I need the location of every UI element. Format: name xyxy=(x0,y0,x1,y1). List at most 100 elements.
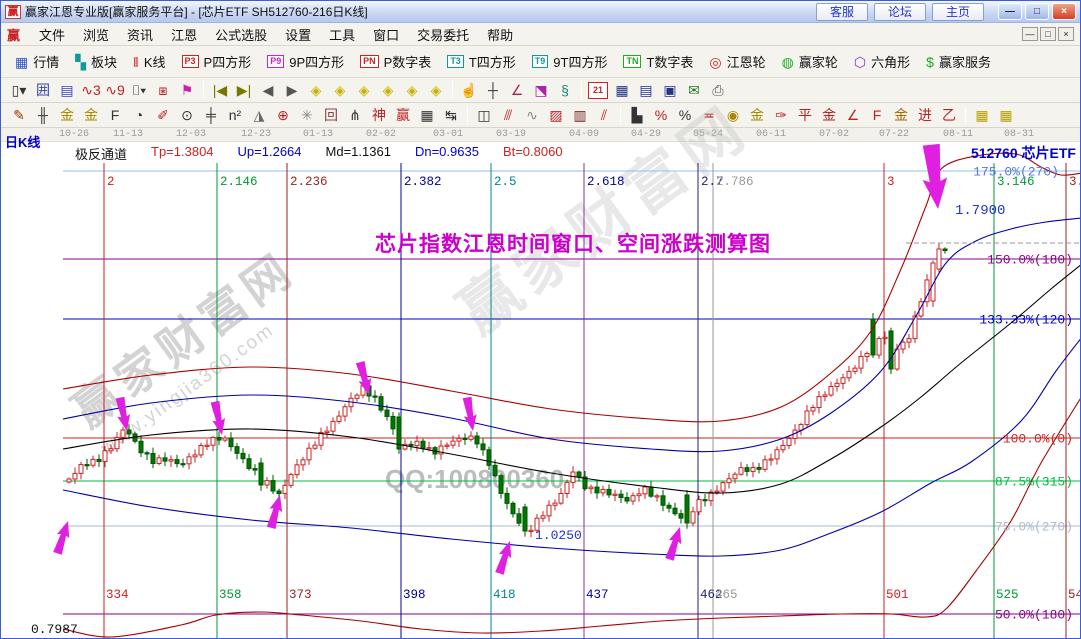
wave-9-icon[interactable]: ∿9 xyxy=(103,80,127,101)
calendar-icon[interactable]: 21 xyxy=(588,82,608,99)
restore-button[interactable]: □ xyxy=(1025,3,1049,20)
gann-wheel-small-icon[interactable]: ✳ xyxy=(295,105,319,126)
gold-angle-icon[interactable]: 金 xyxy=(817,105,841,126)
frame-tool-icon[interactable]: ◫ xyxy=(472,105,496,126)
winner-wheel-button[interactable]: ◍赢家轮 xyxy=(774,49,846,74)
span-arrows-icon[interactable]: ↹ xyxy=(439,105,463,126)
square-target-icon[interactable]: 回 xyxy=(319,105,343,126)
percent-level-icon[interactable]: ≖ xyxy=(697,105,721,126)
drag-hand-icon[interactable]: ☝ xyxy=(457,80,481,101)
notes-icon[interactable]: ▤ xyxy=(634,80,658,101)
gann-diamond-left-icon[interactable]: ◈ xyxy=(304,80,328,101)
info-note-icon[interactable]: ▤ xyxy=(55,80,79,101)
ying-grid-icon[interactable]: 赢 xyxy=(391,105,415,126)
region-tool-icon[interactable]: ⬔ xyxy=(529,80,553,101)
gann-wheel-button[interactable]: ◎江恩轮 xyxy=(701,49,773,74)
wave-3-icon[interactable]: ∿3 xyxy=(79,80,103,101)
percent-icon[interactable]: % xyxy=(673,105,697,126)
gann-diamond-all-icon[interactable]: ◈ xyxy=(424,80,448,101)
menu-item-浏览[interactable]: 浏览 xyxy=(74,23,118,46)
compass-icon[interactable]: ⊕ xyxy=(271,105,295,126)
mdi-minimize-button[interactable]: — xyxy=(1022,27,1038,41)
ruler-grid-icon[interactable]: ▦ xyxy=(415,105,439,126)
close-button[interactable]: × xyxy=(1052,3,1076,20)
speed-angle-icon[interactable]: 乙 xyxy=(937,105,961,126)
page-prev-icon[interactable]: ◀ xyxy=(256,80,280,101)
menu-item-设置[interactable]: 设置 xyxy=(276,23,320,46)
mdi-close-button[interactable]: × xyxy=(1058,27,1074,41)
grid-dark-icon[interactable]: ▥ xyxy=(568,105,592,126)
n-square-icon[interactable]: n² xyxy=(223,105,247,126)
p-square-button[interactable]: P3P四方形 xyxy=(174,49,260,74)
gold-circle-icon[interactable]: ◉ xyxy=(721,105,745,126)
angle-measure-icon[interactable]: ∠ xyxy=(505,80,529,101)
page-next-icon[interactable]: ▶ xyxy=(280,80,304,101)
menu-item-工具[interactable]: 工具 xyxy=(320,23,364,46)
winner-service-button[interactable]: $赢家服务 xyxy=(918,49,999,74)
candle-style-dropdown-icon[interactable]: ▯▾ xyxy=(7,80,31,101)
menu-item-窗口[interactable]: 窗口 xyxy=(364,23,408,46)
percent-line-icon[interactable]: % xyxy=(649,105,673,126)
fib-angle-icon[interactable]: F xyxy=(865,105,889,126)
brush-icon[interactable]: ✐ xyxy=(151,105,175,126)
calculator-icon[interactable]: ▦ xyxy=(610,80,634,101)
quote-button[interactable]: ▦行情 xyxy=(7,49,67,74)
gann-diamond-x-icon[interactable]: ◈ xyxy=(376,80,400,101)
gann-grid-icon[interactable]: ╫ xyxy=(31,105,55,126)
menu-item-资讯[interactable]: 资讯 xyxy=(118,23,162,46)
circle-ruler-icon[interactable]: ⊙ xyxy=(175,105,199,126)
candle-tool-dropdown-icon[interactable]: ⌷▾ xyxy=(127,80,151,101)
titlebar-link-0[interactable]: 客服 xyxy=(816,3,868,21)
crosshair-icon[interactable]: ┼ xyxy=(481,80,505,101)
menu-item-公式选股[interactable]: 公式选股 xyxy=(206,23,276,46)
zigzag-icon[interactable]: ∿ xyxy=(520,105,544,126)
shen-grid-icon[interactable]: 神 xyxy=(367,105,391,126)
minimize-button[interactable]: — xyxy=(998,3,1022,20)
draw-pencil-icon[interactable]: ✎ xyxy=(7,105,31,126)
mirror-angle-icon[interactable]: ◮ xyxy=(247,105,271,126)
gann-diamond-right-icon[interactable]: ◈ xyxy=(328,80,352,101)
menu-item-帮助[interactable]: 帮助 xyxy=(478,23,522,46)
p-number-table-button[interactable]: PNP数字表 xyxy=(352,49,439,74)
mail-globe-icon[interactable]: ✉ xyxy=(682,80,706,101)
pivot-angle-icon[interactable]: 平 xyxy=(793,105,817,126)
sector-button[interactable]: ▚板块 xyxy=(67,49,125,74)
jump-last-icon[interactable]: ▶| xyxy=(232,80,256,101)
gann-diamond-star-icon[interactable]: ◈ xyxy=(400,80,424,101)
jump-first-icon[interactable]: |◀ xyxy=(208,80,232,101)
gold-fan-icon[interactable]: 金 xyxy=(889,105,913,126)
kline-button[interactable]: ǁK线 xyxy=(125,49,173,74)
titlebar-link-2[interactable]: 主页 xyxy=(932,3,984,21)
hexagon-button[interactable]: ⬡六角形 xyxy=(846,49,918,74)
save-icon[interactable]: ▣ xyxy=(658,80,682,101)
mdi-restore-button[interactable]: □ xyxy=(1040,27,1056,41)
grid-red-icon[interactable]: ▨ xyxy=(544,105,568,126)
titlebar-link-1[interactable]: 论坛 xyxy=(874,3,926,21)
time-grid-icon[interactable]: ╪ xyxy=(199,105,223,126)
kline-marker-icon[interactable]: ⋔ xyxy=(343,105,367,126)
grid-yellow-b-icon[interactable]: ▦ xyxy=(994,105,1018,126)
advance-angle-icon[interactable]: 进 xyxy=(913,105,937,126)
price-scale-icon[interactable]: ▙ xyxy=(625,105,649,126)
menu-item-江恩[interactable]: 江恩 xyxy=(162,23,206,46)
gold-level-icon[interactable]: 金 xyxy=(745,105,769,126)
gold-grid-b-icon[interactable]: 金 xyxy=(79,105,103,126)
parallel-lines-icon[interactable]: ⫽ xyxy=(592,105,616,126)
gann-diamond-h-icon[interactable]: ◈ xyxy=(352,80,376,101)
menu-item-文件[interactable]: 文件 xyxy=(30,23,74,46)
trend-flag-icon[interactable]: ⚑ xyxy=(175,80,199,101)
marker-brush-icon[interactable]: ✑ xyxy=(769,105,793,126)
rise-angle-icon[interactable]: ∠ xyxy=(841,105,865,126)
grid-yellow-a-icon[interactable]: ▦ xyxy=(970,105,994,126)
t-square-button[interactable]: T3T四方形 xyxy=(439,49,523,74)
pattern-marker-icon[interactable]: ⧆ xyxy=(151,80,175,101)
spiral-icon[interactable]: ◔ xyxy=(127,105,151,126)
chart-area[interactable]: 赢家财富网 www.yingjia360.com 赢家财富网 QQ:100800… xyxy=(1,142,1081,639)
chart-canvas[interactable]: 23342.1463582.2363732.3823982.54182.6184… xyxy=(1,142,1081,639)
fib-grid-icon[interactable]: F xyxy=(103,105,127,126)
p9-square-button[interactable]: P99P四方形 xyxy=(259,49,352,74)
t9-square-button[interactable]: T99T四方形 xyxy=(524,49,616,74)
window-pattern-icon[interactable]: 囲 xyxy=(31,80,55,101)
fan-lines-icon[interactable]: ⫻ xyxy=(496,105,520,126)
t-number-table-button[interactable]: TNT数字表 xyxy=(615,49,701,74)
